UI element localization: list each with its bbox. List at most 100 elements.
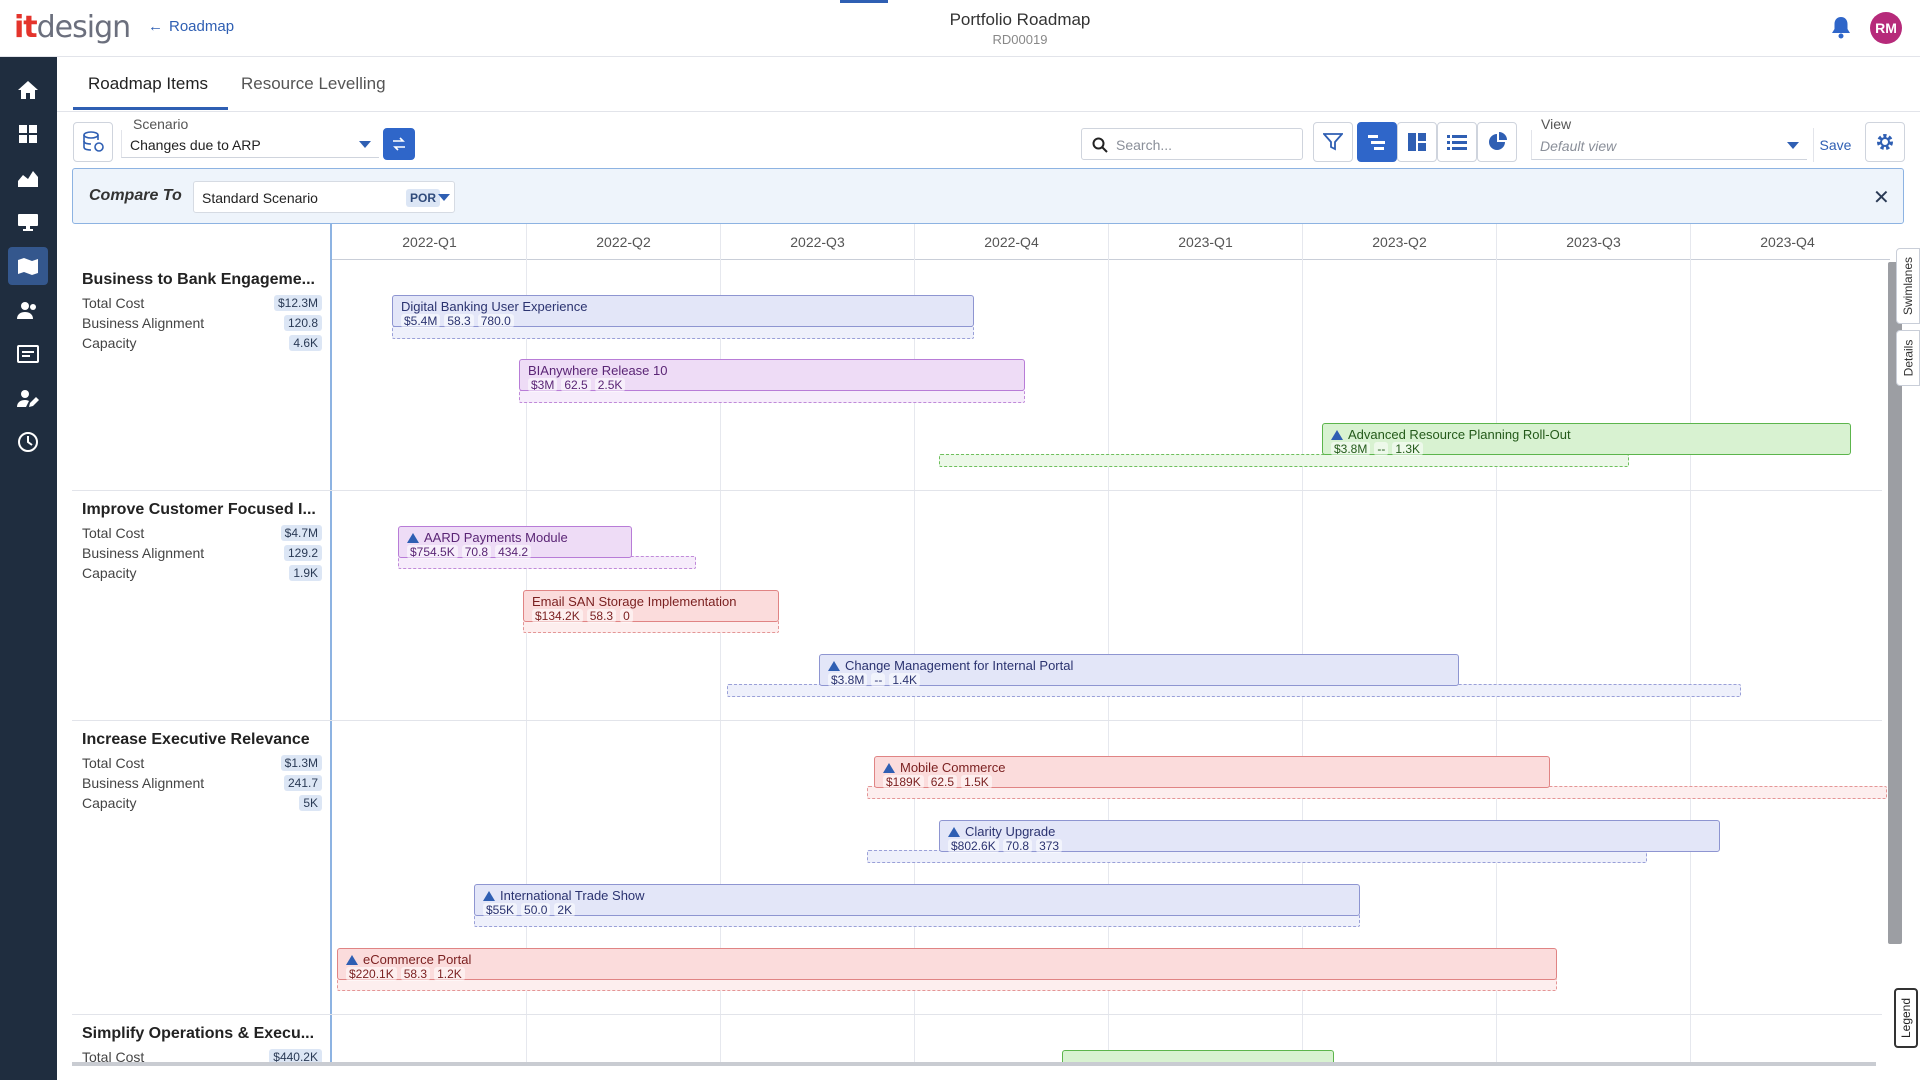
baseline-bar (939, 454, 1629, 467)
chevron-down-icon (359, 141, 371, 148)
filter-button[interactable] (1313, 122, 1353, 162)
back-link-label: Roadmap (169, 18, 235, 35)
horizontal-scrollbar[interactable] (72, 1062, 1876, 1066)
roadmap-timeline: 2022-Q1 2022-Q2 2022-Q3 2022-Q4 2023-Q1 … (72, 224, 1890, 1062)
people-icon[interactable] (8, 291, 48, 329)
user-edit-icon[interactable] (8, 379, 48, 417)
gantt-icon (1368, 135, 1385, 150)
view-value: Default view (1540, 138, 1617, 154)
lane-metric-row: Business Alignment 241.7 (82, 775, 322, 791)
lane-metric-row: Capacity 1.9K (82, 565, 322, 581)
board-view-button[interactable] (1397, 122, 1437, 162)
compare-to-bar: Compare To Standard Scenario POR ✕ (72, 168, 1904, 224)
save-view-button[interactable]: Save (1813, 128, 1857, 162)
quarter-axis: 2022-Q1 2022-Q2 2022-Q3 2022-Q4 2023-Q1 … (332, 224, 1890, 260)
roadmap-item-bar-partial[interactable] (1062, 1050, 1334, 1062)
board-icon (1408, 133, 1426, 151)
quarter-label: 2023-Q1 (1178, 234, 1233, 250)
avatar[interactable]: RM (1870, 12, 1902, 44)
grid-line (1302, 224, 1303, 1062)
roadmap-item-bar[interactable]: AARD Payments Module $754.5K 70.8 434.2 (398, 526, 632, 559)
compare-scenario-select[interactable]: Standard Scenario POR (193, 181, 455, 213)
tab-resource-levelling[interactable]: Resource Levelling (241, 74, 386, 94)
pie-chart-icon (1489, 132, 1507, 150)
lane-separator (72, 720, 1882, 721)
left-nav-sidebar (0, 57, 57, 1080)
legend-side-tab[interactable]: Legend (1894, 988, 1918, 1048)
tab-bar: Roadmap Items Resource Levelling (57, 57, 1920, 112)
grid-line (526, 224, 527, 1062)
arrow-left-icon: ← (148, 18, 163, 35)
compare-scenario-button[interactable] (383, 128, 415, 160)
home-icon[interactable] (8, 71, 48, 109)
scenario-value: Changes due to ARP (130, 137, 261, 153)
presentation-icon[interactable] (8, 203, 48, 241)
top-indicator (840, 0, 888, 3)
chevron-down-icon (1787, 142, 1799, 149)
quarter-label: 2023-Q4 (1760, 234, 1815, 250)
quarter-label: 2022-Q3 (790, 234, 845, 250)
gear-icon (1877, 134, 1893, 150)
swimlane-title[interactable]: Improve Customer Focused I... (82, 501, 327, 519)
swimlane-title[interactable]: Simplify Operations & Execu... (82, 1025, 327, 1043)
toolbar: Scenario Changes due to ARP Search... Vi… (57, 112, 1920, 168)
swimlanes-side-tab[interactable]: Swimlanes (1896, 248, 1920, 324)
clock-icon[interactable] (8, 423, 48, 461)
scenario-database-icon[interactable] (73, 122, 113, 162)
report-icon[interactable] (8, 335, 48, 373)
quarter-label: 2023-Q2 (1372, 234, 1427, 250)
gantt-view-button[interactable] (1357, 122, 1397, 162)
swimlane-title[interactable]: Increase Executive Relevance (82, 731, 327, 749)
grid-line (1496, 224, 1497, 1062)
settings-button[interactable] (1865, 122, 1905, 162)
roadmap-item-bar[interactable]: Email SAN Storage Implementation $134.2K… (523, 590, 779, 623)
roadmap-item-bar[interactable]: Advanced Resource Planning Roll-Out $3.8… (1322, 423, 1851, 456)
milestone-triangle-icon (1331, 429, 1343, 440)
quarter-label: 2022-Q1 (402, 234, 457, 250)
search-input[interactable]: Search... (1081, 128, 1303, 160)
roadmap-icon[interactable] (8, 247, 48, 285)
dashboard-icon[interactable] (8, 115, 48, 153)
details-side-tab[interactable]: Details (1896, 330, 1920, 386)
swimlane-title[interactable]: Business to Bank Engageme... (82, 271, 327, 289)
lane-separator (72, 1014, 1882, 1015)
milestone-triangle-icon (407, 532, 419, 543)
page-title-block: Portfolio Roadmap RD00019 (860, 10, 1180, 47)
lane-metric-row: Business Alignment 129.2 (82, 545, 322, 561)
chart-view-button[interactable] (1477, 122, 1517, 162)
roadmap-item-bar[interactable]: eCommerce Portal $220.1K 58.3 1.2K (337, 948, 1557, 981)
roadmap-item-bar[interactable]: International Trade Show $55K 50.0 2K (474, 884, 1360, 917)
lane-metric-row: Total Cost $12.3M (82, 295, 322, 311)
roadmap-item-bar[interactable]: Digital Banking User Experience $5.4M 58.… (392, 295, 974, 328)
tab-roadmap-items[interactable]: Roadmap Items (88, 74, 208, 94)
close-compare-icon[interactable]: ✕ (1873, 185, 1890, 210)
roadmap-item-bar[interactable]: Mobile Commerce $189K 62.5 1.5K (874, 756, 1550, 789)
top-bar: itdesign ← Roadmap Portfolio Roadmap RD0… (0, 0, 1920, 57)
lane-metric-row: Business Alignment 120.8 (82, 315, 322, 331)
grid-line (1690, 224, 1691, 1062)
roadmap-item-bar[interactable]: Clarity Upgrade $802.6K 70.8 373 (939, 820, 1720, 853)
filter-icon (1323, 133, 1343, 151)
roadmap-item-bar[interactable]: BIAnywhere Release 10 $3M 62.5 2.5K (519, 359, 1025, 392)
itdesign-logo[interactable]: itdesign (14, 10, 131, 45)
roadmap-item-bar[interactable]: Change Management for Internal Portal $3… (819, 654, 1459, 687)
lane-metric-row: Total Cost $440.2K (82, 1049, 322, 1062)
milestone-triangle-icon (948, 826, 960, 837)
grid-line (914, 224, 915, 1062)
page-subtitle: RD00019 (992, 32, 1048, 47)
back-to-roadmap-link[interactable]: ← Roadmap (148, 18, 234, 35)
list-view-button[interactable] (1437, 122, 1477, 162)
view-select[interactable]: Default view (1531, 130, 1807, 160)
compare-to-label: Compare To (89, 187, 182, 204)
milestone-triangle-icon (346, 954, 358, 965)
scenario-select[interactable]: Changes due to ARP (121, 130, 379, 158)
chart-icon[interactable] (8, 159, 48, 197)
notification-bell-icon[interactable] (1830, 15, 1852, 44)
lane-metric-row: Capacity 5K (82, 795, 322, 811)
list-icon (1447, 135, 1467, 150)
quarter-label: 2023-Q3 (1566, 234, 1621, 250)
search-placeholder: Search... (1116, 137, 1173, 153)
lane-column-divider (330, 224, 332, 1062)
grid-line (1108, 224, 1109, 1062)
por-tag: POR (406, 189, 441, 207)
